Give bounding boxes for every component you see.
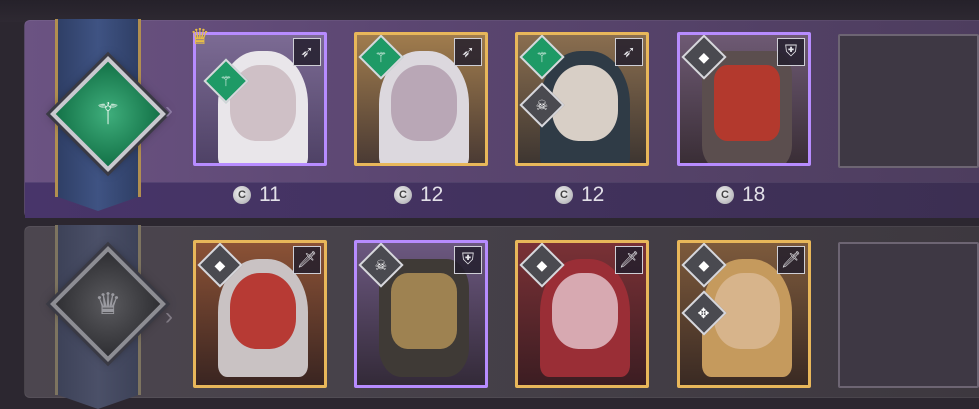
hero-cost: C 18 [716,183,765,207]
team-row-1[interactable]: ⚚ › [24,19,979,218]
chevron-right-icon: › [165,97,173,124]
hero-cost: C 11 [233,183,281,207]
hero-slot-7[interactable]: 🗡 ◆ [515,240,649,388]
hero-cost: C 12 [394,183,443,207]
top-background [0,0,979,22]
coin-icon: C [716,186,734,204]
hero-cost: C 12 [555,183,604,207]
shield-icon: ⛨ [454,246,482,274]
coin-icon: C [555,186,573,204]
team-row-2[interactable]: ♛ › [24,225,979,398]
hero-portrait-face [230,273,296,349]
hero-slot-2[interactable]: ➶ ⚚ [354,32,488,166]
sword-icon: 🗡 [777,246,805,274]
wing-icon: ⚚ [94,97,122,131]
hero-slot-5[interactable]: 🗡 ◆ [193,240,327,388]
shield-icon: ⛨ [777,38,805,66]
hero-slot-3[interactable]: ➶ ⚚ ☠ [515,32,649,166]
chevron-right-icon: › [165,303,173,330]
hero-slot-6[interactable]: ⛨ ☠ [354,240,488,388]
bow-arrows-icon: ➶ [293,38,321,66]
hero-portrait-face [552,273,618,349]
cost-value: 18 [742,183,766,206]
cost-value: 11 [259,183,281,206]
coin-icon: C [233,186,251,204]
hero-portrait-helmet [714,65,780,141]
bow-arrows-icon: ➶ [454,38,482,66]
hero-slot-1[interactable]: ➶ ⚚ [193,32,327,166]
cost-value: 12 [581,183,605,206]
hero-portrait-helmet [391,273,457,349]
sword-icon: 🗡 [293,246,321,274]
hero-slot-4[interactable]: ⛨ ◆ [677,32,811,166]
coin-icon: C [394,186,412,204]
empty-hero-slot[interactable] [838,34,979,168]
hero-slot-8[interactable]: 🗡 ◆ ✥ [677,240,811,388]
cost-strip [25,182,979,218]
leader-crown-icon: ♛ [190,24,210,49]
empty-hero-slot[interactable] [838,242,979,388]
cost-value: 12 [420,183,444,206]
hero-portrait-face [391,65,457,141]
sword-icon: 🗡 [615,246,643,274]
crown-icon: ♛ [94,287,122,321]
bow-arrows-icon: ➶ [615,38,643,66]
